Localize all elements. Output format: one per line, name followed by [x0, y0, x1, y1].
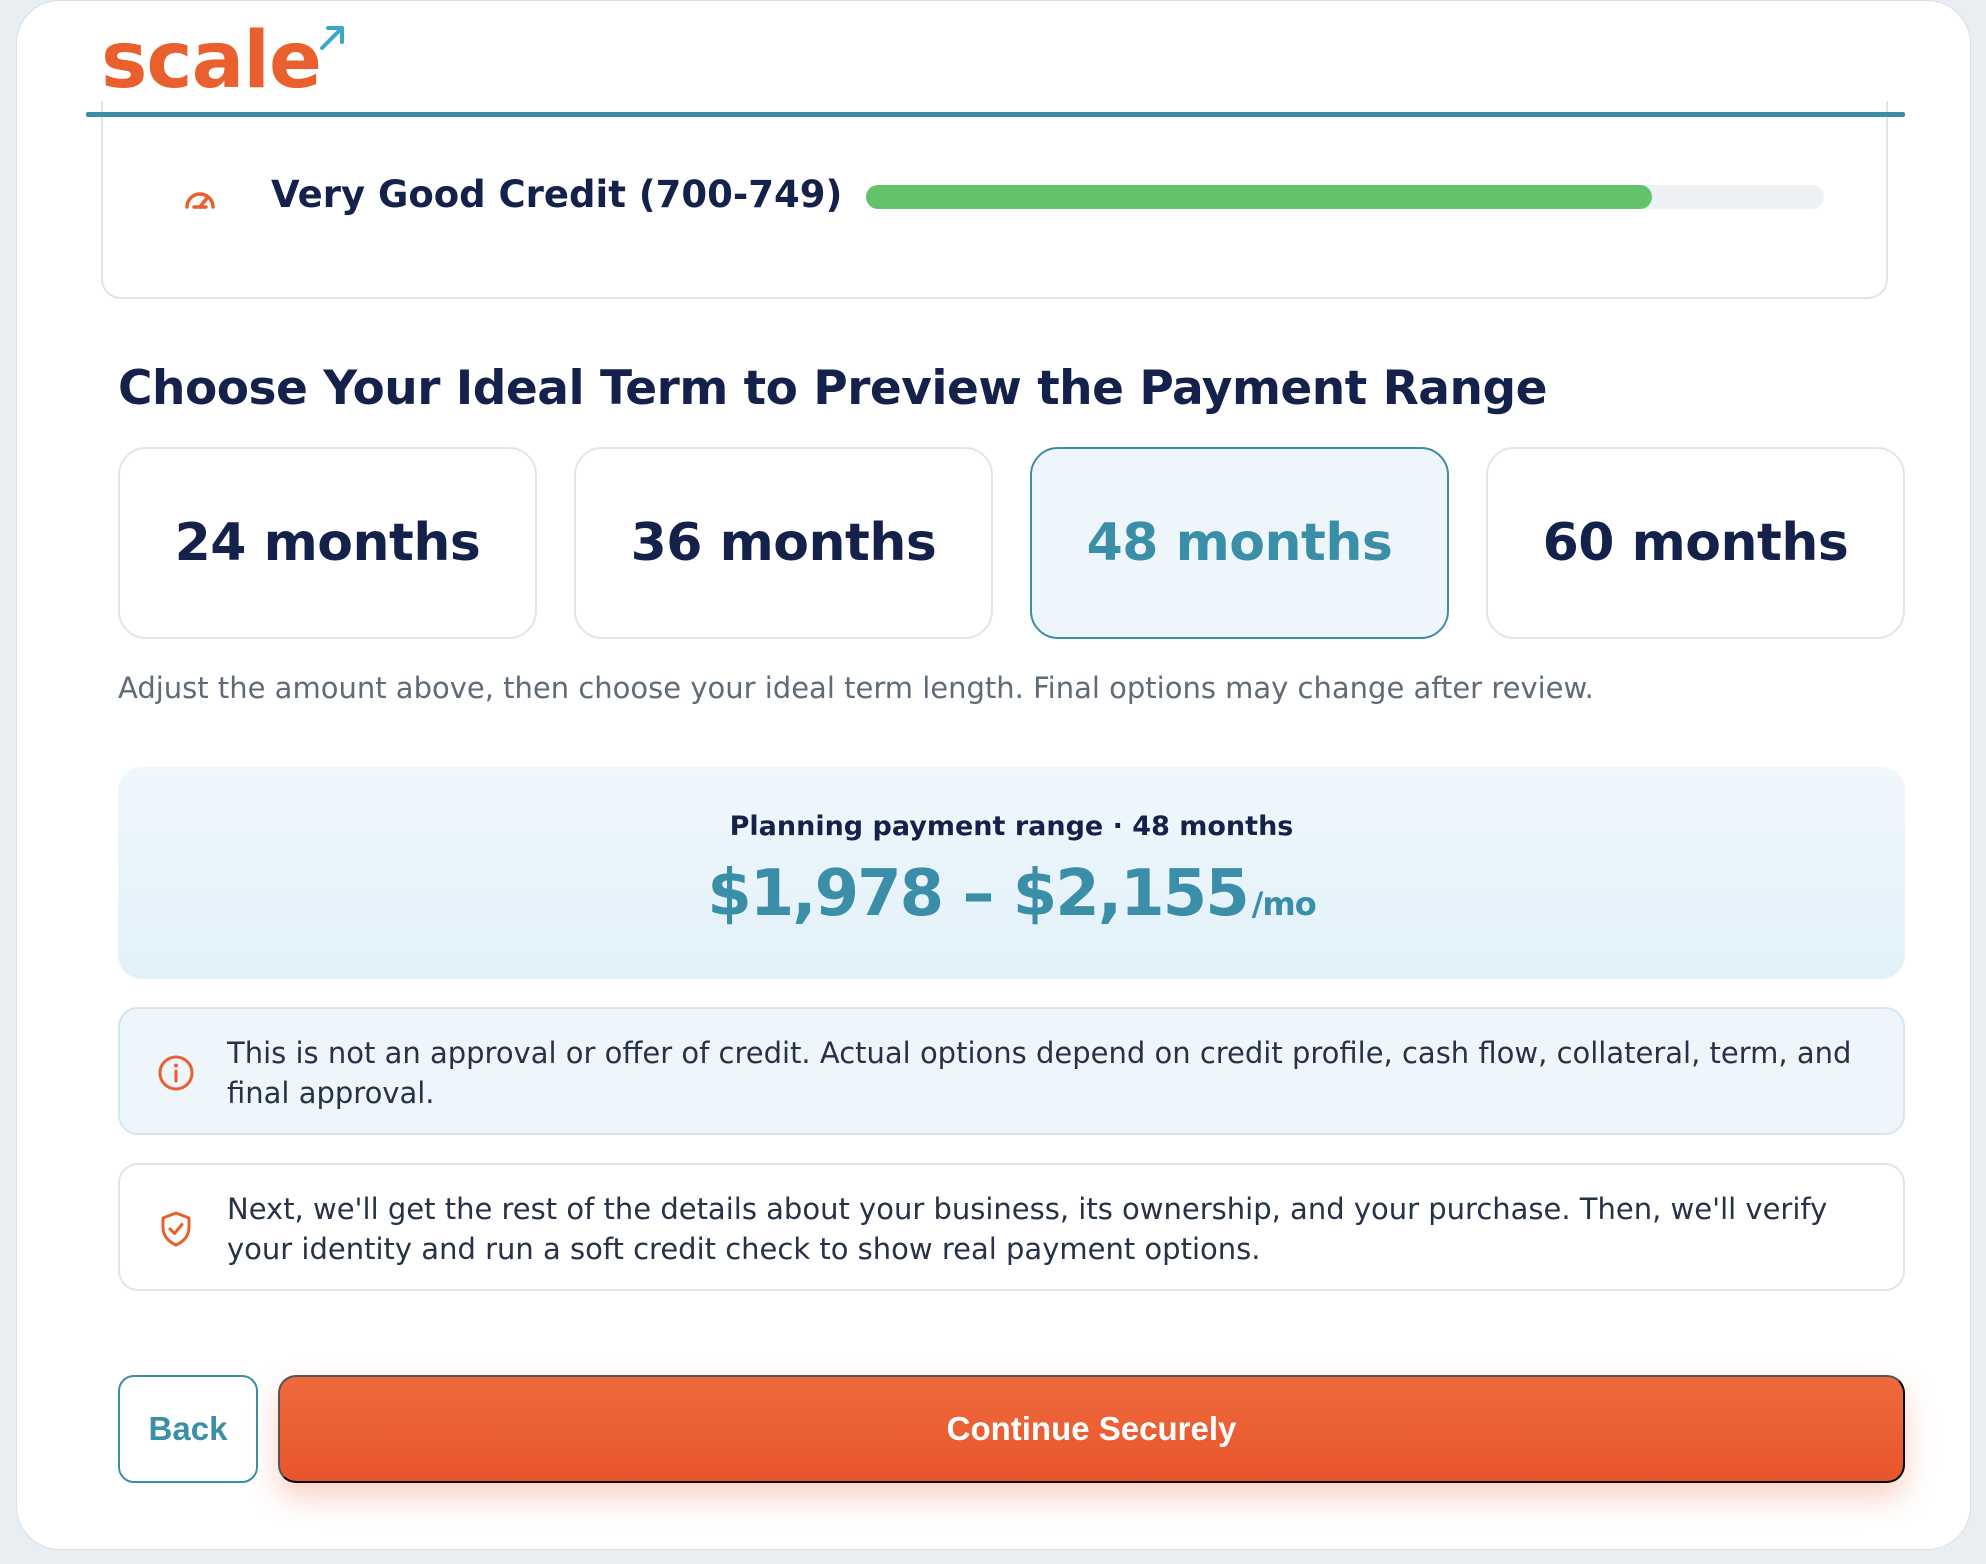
disclaimer-text: This is not an approval or offer of cred… [227, 1036, 1852, 1110]
next-steps-note: Next, we'll get the rest of the details … [118, 1163, 1905, 1291]
next-steps-text: Next, we'll get the rest of the details … [227, 1192, 1828, 1266]
credit-tier-label: Very Good Credit (700-749) [271, 173, 843, 216]
credit-score-bar [866, 185, 1824, 209]
payment-range-panel: Planning payment range · 48 months $1,97… [118, 767, 1905, 979]
back-button[interactable]: Back [118, 1375, 258, 1483]
term-hint-text: Adjust the amount above, then choose you… [118, 671, 1594, 705]
continue-securely-button[interactable]: Continue Securely [278, 1375, 1905, 1483]
credit-score-panel: Very Good Credit (700-749) [101, 101, 1888, 299]
term-option-48[interactable]: 48 months [1030, 447, 1449, 639]
term-options: 24 months 36 months 48 months 60 months [118, 447, 1905, 639]
term-option-24[interactable]: 24 months [118, 447, 537, 639]
term-section-title: Choose Your Ideal Term to Preview the Pa… [118, 361, 1547, 416]
payment-range-amount: $1,978 – $2,155 [707, 857, 1249, 931]
header-divider [86, 112, 1905, 117]
credit-score-bar-fill [866, 185, 1652, 209]
gauge-icon [185, 192, 215, 209]
term-option-36[interactable]: 36 months [574, 447, 993, 639]
application-card: scale Very Good Credit (700-749) Choose … [16, 0, 1971, 1550]
brand-logo: scale [101, 21, 347, 101]
arrow-up-right-icon [319, 26, 344, 50]
logo-wordmark: scale [101, 16, 322, 106]
info-icon [158, 1055, 194, 1091]
credit-disclaimer: This is not an approval or offer of cred… [118, 1007, 1905, 1135]
term-option-60[interactable]: 60 months [1486, 447, 1905, 639]
shield-check-icon [161, 1211, 191, 1247]
payment-range-caption: Planning payment range · 48 months [729, 811, 1294, 842]
payment-range-value: $1,978 – $2,155 /mo [118, 857, 1905, 931]
payment-range-unit: /mo [1251, 885, 1317, 923]
